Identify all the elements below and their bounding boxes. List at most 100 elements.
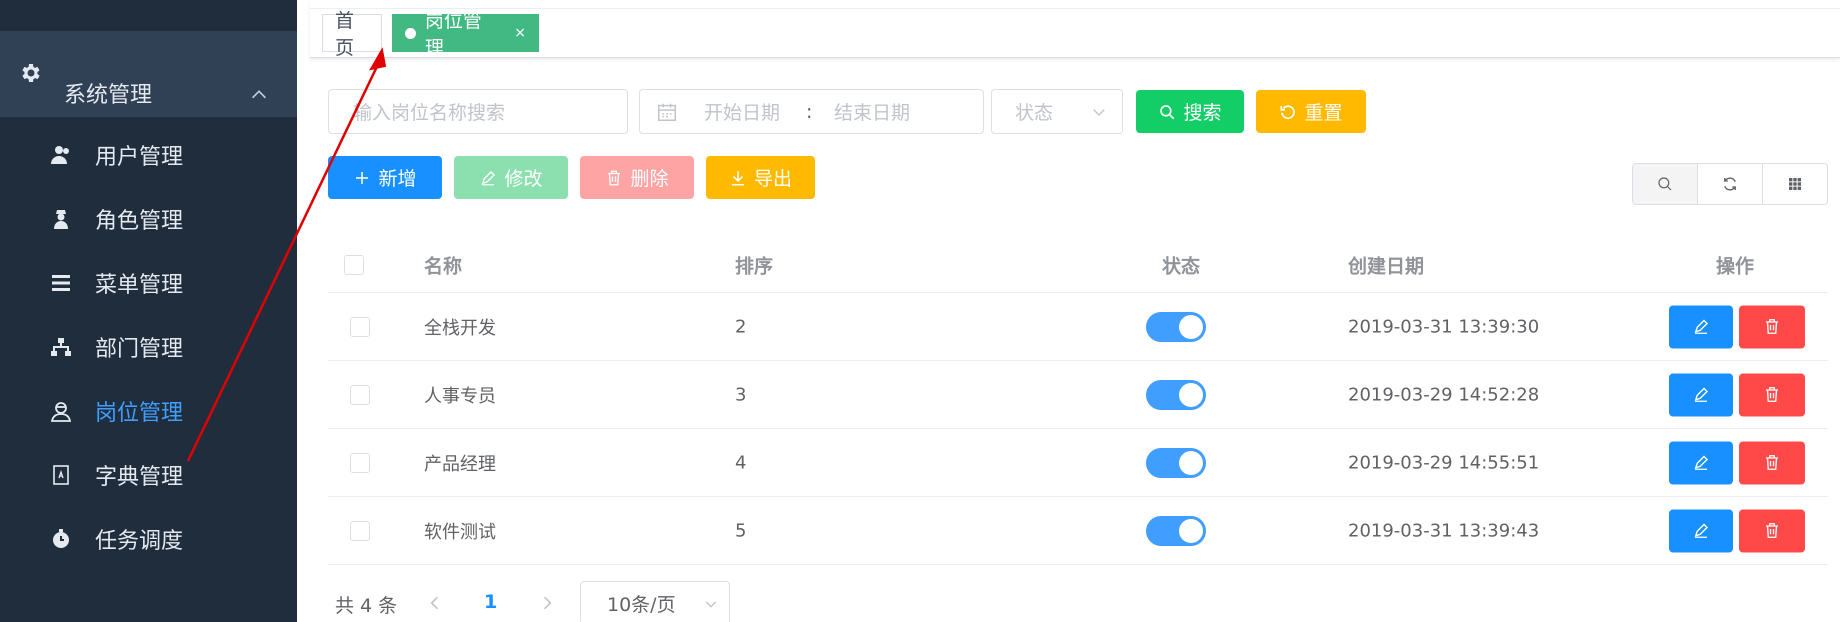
edit-icon xyxy=(1694,319,1708,334)
sidebar-item-label: 字典管理 xyxy=(95,464,184,490)
chevron-left-icon[interactable] xyxy=(425,593,445,613)
sidebar-item-label: 用户管理 xyxy=(95,144,184,170)
sidebar-menu-system[interactable]: 系统管理 xyxy=(0,31,297,117)
created-date: 2019-03-31 13:39:43 xyxy=(1348,520,1540,541)
row-delete-button[interactable] xyxy=(1739,373,1805,416)
status-switch[interactable] xyxy=(1146,515,1206,546)
created-date: 2019-03-31 13:39:30 xyxy=(1348,316,1540,337)
column-header-sort: 排序 xyxy=(735,255,774,278)
row-edit-button[interactable] xyxy=(1669,441,1733,484)
search-icon xyxy=(1658,177,1672,191)
column-header-status: 状态 xyxy=(1162,255,1201,278)
edit-button[interactable]: 修改 xyxy=(454,156,568,199)
sidebar-item-label: 岗位管理 xyxy=(95,400,184,426)
row-checkbox[interactable] xyxy=(350,452,370,473)
select-all-checkbox[interactable] xyxy=(344,255,364,275)
search-icon xyxy=(1160,104,1175,119)
page-size-value: 10条/页 xyxy=(607,593,676,616)
row-edit-button[interactable] xyxy=(1669,373,1733,416)
menu-list-icon xyxy=(52,274,70,291)
refresh-left-icon xyxy=(1280,104,1296,119)
row-checkbox[interactable] xyxy=(350,520,370,541)
row-checkbox[interactable] xyxy=(350,316,370,337)
download-icon xyxy=(731,170,744,185)
export-button-label: 导出 xyxy=(753,168,792,190)
tab-home-label: 首页 xyxy=(335,10,355,59)
status-select[interactable]: 状态 xyxy=(991,89,1123,134)
close-icon[interactable]: × xyxy=(514,25,526,41)
chevron-down-icon xyxy=(705,601,717,608)
post-name-search-input[interactable]: 输入岗位名称搜索 xyxy=(328,89,628,134)
refresh-button[interactable] xyxy=(1698,164,1763,204)
table-header: 名称 排序 状态 创建日期 操作 xyxy=(328,238,1828,293)
tab-post-management[interactable]: 岗位管理 × xyxy=(392,10,539,59)
tab-home[interactable]: 首页 xyxy=(322,10,382,59)
column-header-created: 创建日期 xyxy=(1348,255,1425,278)
date-range-picker[interactable]: 开始日期 : 结束日期 xyxy=(639,89,984,134)
trash-icon xyxy=(1766,319,1778,334)
table-tools xyxy=(1632,163,1828,205)
chevron-down-icon xyxy=(1093,109,1105,116)
sidebar-item-tasks[interactable]: 任务调度 xyxy=(0,501,297,576)
trash-icon xyxy=(608,170,621,185)
delete-button[interactable]: 删除 xyxy=(580,156,694,199)
created-date: 2019-03-29 14:52:28 xyxy=(1348,384,1540,405)
status-switch[interactable] xyxy=(1146,311,1206,342)
active-dot-icon xyxy=(405,27,416,39)
sidebar-parent-label: 系统管理 xyxy=(64,83,153,108)
status-placeholder: 状态 xyxy=(1015,102,1054,124)
page-number-current[interactable]: 1 xyxy=(484,591,497,613)
edit-button-label: 修改 xyxy=(504,168,543,190)
timer-icon xyxy=(53,528,69,548)
trash-icon xyxy=(1766,523,1778,538)
search-button-label: 搜索 xyxy=(1183,102,1222,124)
dictionary-icon xyxy=(53,464,69,485)
table-row: 产品经理 4 2019-03-29 14:55:51 xyxy=(328,429,1828,497)
table-row: 软件测试 5 2019-03-31 13:39:43 xyxy=(328,497,1828,565)
chevron-right-icon[interactable] xyxy=(537,593,557,613)
post-icon xyxy=(50,401,72,422)
export-button[interactable]: 导出 xyxy=(706,156,815,199)
date-separator: : xyxy=(806,100,813,123)
row-delete-button[interactable] xyxy=(1739,509,1805,552)
row-edit-button[interactable] xyxy=(1669,509,1733,552)
refresh-icon xyxy=(1724,177,1736,191)
add-button[interactable]: 新增 xyxy=(328,156,442,199)
org-tree-icon xyxy=(51,337,71,356)
post-sort: 5 xyxy=(735,520,747,541)
edit-icon xyxy=(482,170,496,185)
sidebar-item-label: 菜单管理 xyxy=(95,272,184,298)
add-button-label: 新增 xyxy=(378,168,417,190)
row-delete-button[interactable] xyxy=(1739,441,1805,484)
page: 系统管理 用户管理 角色管理 菜单管理 部门管理 岗位管理 字典管理 任务调度 … xyxy=(0,0,1840,622)
status-switch[interactable] xyxy=(1146,447,1206,478)
row-delete-button[interactable] xyxy=(1739,305,1805,348)
toggle-search-button[interactable] xyxy=(1633,164,1698,204)
search-button[interactable]: 搜索 xyxy=(1136,90,1244,133)
columns-button[interactable] xyxy=(1763,164,1827,204)
reset-button-label: 重置 xyxy=(1304,102,1343,124)
column-header-actions: 操作 xyxy=(1716,255,1755,278)
row-edit-button[interactable] xyxy=(1669,305,1733,348)
grid-icon xyxy=(1789,178,1801,190)
post-name: 软件测试 xyxy=(424,521,496,543)
sidebar-item-label: 部门管理 xyxy=(95,336,184,362)
post-name-placeholder: 输入岗位名称搜索 xyxy=(353,102,506,124)
delete-button-label: 删除 xyxy=(630,168,669,190)
page-size-select[interactable]: 10条/页 xyxy=(580,581,730,622)
row-checkbox[interactable] xyxy=(350,384,370,405)
status-switch[interactable] xyxy=(1146,379,1206,410)
reset-button[interactable]: 重置 xyxy=(1256,90,1366,133)
sidebar-item-label: 角色管理 xyxy=(95,208,184,234)
end-date-placeholder: 结束日期 xyxy=(834,102,911,124)
pagination-total: 共 4 条 xyxy=(335,595,398,617)
post-sort: 2 xyxy=(735,316,747,337)
pagination: 共 4 条 1 10条/页 xyxy=(328,581,828,622)
edit-icon xyxy=(1694,387,1708,402)
post-name: 人事专员 xyxy=(424,385,496,407)
created-date: 2019-03-29 14:55:51 xyxy=(1348,452,1540,473)
edit-icon xyxy=(1694,523,1708,538)
start-date-placeholder: 开始日期 xyxy=(704,102,781,124)
calendar-icon xyxy=(658,103,676,121)
trash-icon xyxy=(1766,455,1778,470)
